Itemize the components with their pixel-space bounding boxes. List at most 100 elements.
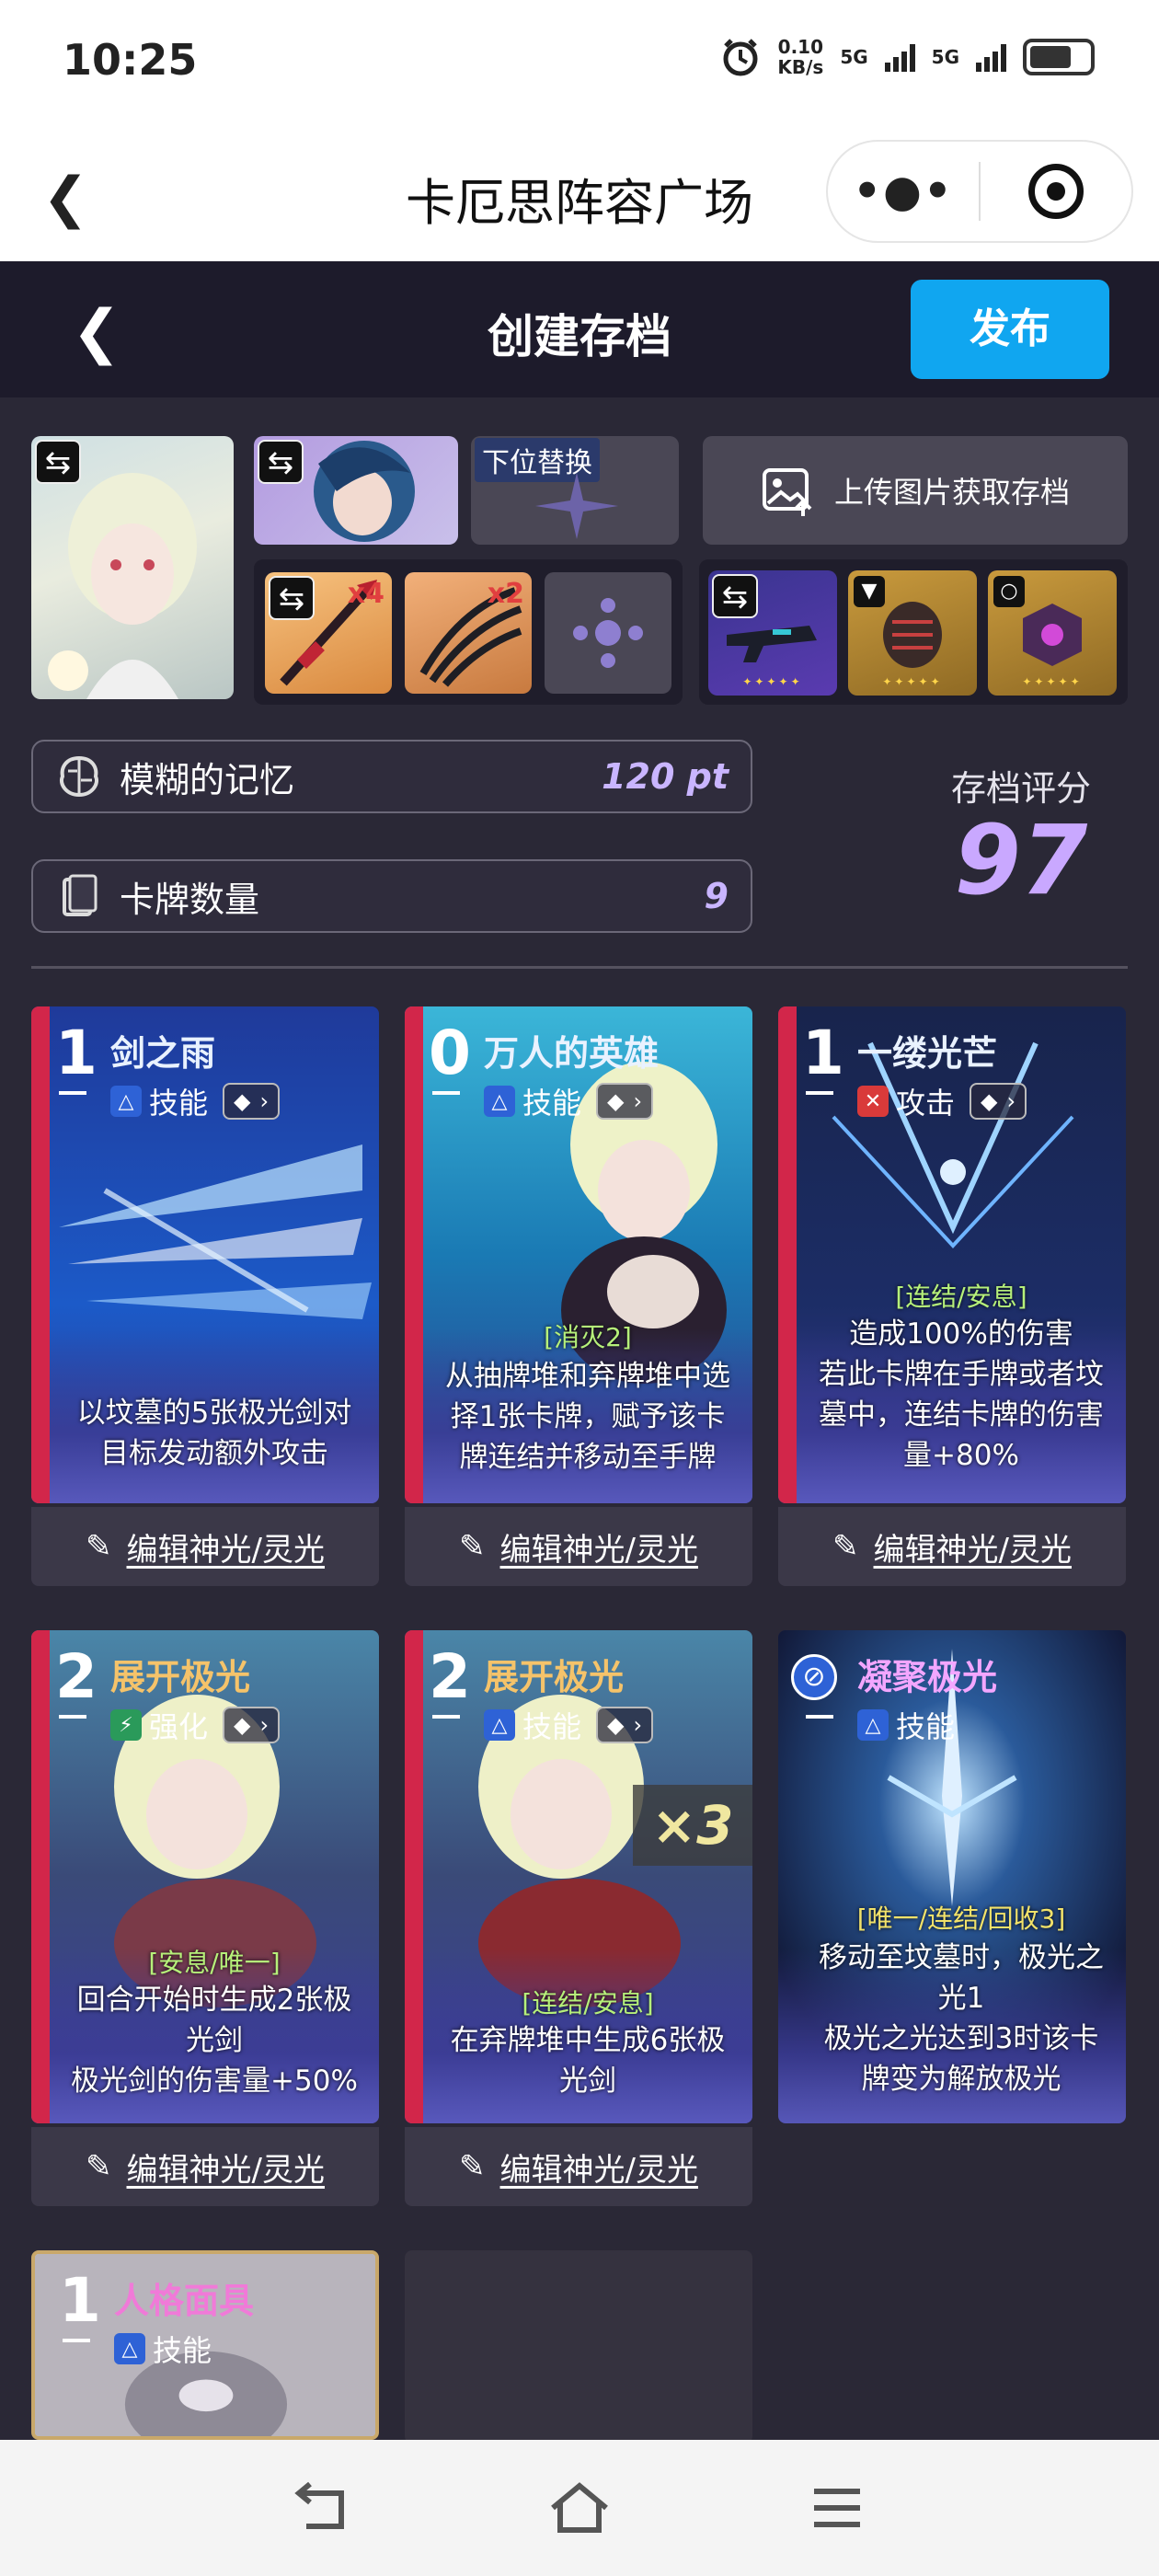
close-mini-app-button[interactable] — [981, 164, 1131, 219]
card-unfold-aurora-2[interactable]: 2 展开极光 △ 技能 ◆ › ×3 [连结/安息] 在弃牌堆中生成6张极 光剑 — [405, 1630, 752, 2123]
swap-icon[interactable]: ⇆ — [35, 440, 81, 484]
weapon-slot-1[interactable]: ⇆ x4 — [265, 572, 392, 694]
equipment-slot-armor[interactable]: ▼ ✦✦✦✦✦ — [848, 570, 977, 696]
card-type-label: 技能 — [522, 1709, 582, 1744]
gem-icon: ◆ — [607, 1088, 625, 1114]
aura-selector[interactable]: ◆ › — [223, 1083, 281, 1120]
aura-selector[interactable]: ◆ › — [223, 1707, 281, 1743]
alarm-icon — [723, 39, 758, 76]
nav-back-button[interactable] — [285, 2471, 359, 2545]
card-tag: [消灭2] — [544, 1322, 632, 1352]
rarity-stars: ✦✦✦✦✦ — [742, 675, 803, 688]
card-type-label: 技能 — [153, 2333, 212, 2368]
aura-selector[interactable]: ◆ › — [596, 1083, 654, 1120]
support-portrait[interactable]: ⇆ — [254, 436, 458, 545]
card-name: 展开极光 — [110, 1657, 251, 1697]
desc-line: 造成100%的伤害 — [849, 1317, 1073, 1351]
edit-pencil-icon: ✎ — [832, 1528, 859, 1565]
desc-line: 回合开始时生成2张极 — [76, 1984, 352, 2017]
cards-icon — [55, 872, 103, 920]
cost-underline — [432, 1715, 460, 1719]
rarity-stars: ✦✦✦✦✦ — [1022, 675, 1083, 688]
desc-line: 墓中，连结卡牌的伤害 — [819, 1398, 1104, 1432]
buff-type-icon: ⚡ — [110, 1709, 142, 1741]
publish-button[interactable]: 发布 — [911, 280, 1109, 379]
card-persona-mask[interactable]: 1 人格面具 △ 技能 — [31, 2250, 379, 2440]
card-description: 移动至坟墓时，极光之 光1 极光之光达到3时该卡 牌变为解放极光 — [797, 1938, 1126, 2099]
card-count-label: 卡牌数量 — [120, 879, 260, 920]
nav-menu-button[interactable] — [800, 2471, 874, 2545]
empty-weapon-slot[interactable] — [545, 572, 671, 694]
card-description: 造成100%的伤害 若此卡牌在手牌或者坟 墓中，连结卡牌的伤害 量+80% — [797, 1314, 1126, 1476]
card-cost: 1 — [55, 1018, 98, 1088]
card-stripe — [405, 1006, 423, 1503]
net-speed-value: 0.10 — [777, 36, 824, 58]
nav-home-button[interactable] — [543, 2471, 616, 2545]
status-icons: 0.10 KB/s 5G 5G — [720, 37, 1095, 77]
card-name: 人格面具 — [114, 2281, 255, 2321]
card-type-label: 技能 — [149, 1086, 209, 1121]
memory-value: 120 pt — [602, 756, 729, 797]
character-portrait[interactable]: ⇆ — [31, 436, 234, 699]
weapon-quantity: x2 — [487, 578, 524, 610]
battery-icon — [1023, 39, 1095, 75]
card-name: 万人的英雄 — [484, 1033, 660, 1074]
card-cost: 2 — [429, 1641, 471, 1712]
card-sword-rain[interactable]: 1 剑之雨 △ 技能 ◆ › 以坟墓的5张极光剑对 目标发动额外攻击 — [31, 1006, 379, 1503]
edit-aura-button[interactable]: ✎ 编辑神光/灵光 — [31, 2127, 379, 2206]
card-tag: [连结/安息] — [895, 1282, 1027, 1312]
more-icon[interactable]: •●• — [828, 166, 979, 217]
card-description: 以坟墓的5张极光剑对 目标发动额外攻击 — [50, 1393, 379, 1474]
desc-line: 极光之光达到3时该卡 — [823, 2022, 1099, 2055]
cost-underline — [806, 1715, 833, 1719]
edit-aura-button[interactable]: ✎ 编辑神光/灵光 — [31, 1507, 379, 1586]
star-glyph-icon — [535, 473, 618, 539]
equipment-slot-weapon[interactable]: ⇆ ✦✦✦✦✦ — [708, 570, 837, 696]
desc-line: 牌变为解放极光 — [861, 2063, 1061, 2096]
desc-line: 择1张卡牌，赋予该卡 — [450, 1400, 726, 1433]
swap-icon[interactable]: ⇆ — [269, 576, 315, 620]
score-label: 存档评分 — [950, 768, 1091, 809]
edit-aura-button[interactable]: ✎ 编辑神光/灵光 — [405, 2127, 752, 2206]
page-header: ❮ 创建存档 发布 — [0, 261, 1159, 397]
card-ray-of-light[interactable]: 1 一缕光芒 ✕ 攻击 ◆ › [连结/安息] 造成100%的伤害 若此卡牌在手牌… — [778, 1006, 1126, 1503]
empty-card-slot[interactable] — [405, 2250, 752, 2444]
aura-selector[interactable]: ◆ › — [596, 1707, 654, 1743]
mini-app-navbar: ❮ 卡厄思阵容广场 •●• — [0, 129, 1159, 261]
desc-line: 光剑 — [559, 2064, 616, 2098]
card-type: △ 技能 — [857, 1704, 955, 1746]
card-type-label: 攻击 — [896, 1086, 956, 1121]
status-time: 10:25 — [63, 35, 198, 85]
card-unfold-aurora-1[interactable]: 2 展开极光 ⚡ 强化 ◆ › [安息/唯一] 回合开始时生成2张极 光剑 极光剑… — [31, 1630, 379, 2123]
edit-label: 编辑神光/灵光 — [499, 2151, 698, 2189]
attack-type-icon: ✕ — [857, 1086, 889, 1117]
card-description: 在弃牌堆中生成6张极 光剑 — [423, 2020, 752, 2101]
net-speed-unit: KB/s — [777, 56, 824, 78]
ring-badge-icon: ○ — [993, 576, 1025, 607]
desc-line: 极光剑的伤害量+50% — [71, 2064, 358, 2098]
menu-icon — [814, 2489, 860, 2527]
upload-image-button[interactable]: 上传图片获取存档 — [703, 436, 1128, 545]
aura-selector[interactable]: ◆ › — [970, 1083, 1027, 1120]
card-hero-of-all[interactable]: 0 万人的英雄 △ 技能 ◆ › [消灭2] 从抽牌堆和弃牌堆中选 择1张卡牌，赋… — [405, 1006, 752, 1503]
desc-line: 若此卡牌在手牌或者坟 — [819, 1358, 1104, 1391]
swap-icon[interactable]: ⇆ — [712, 574, 758, 618]
card-type: △ 技能 ◆ › — [484, 1704, 654, 1746]
edit-pencil-icon: ✎ — [459, 2148, 486, 2185]
card-type-label: 强化 — [149, 1709, 209, 1744]
alternate-slot[interactable]: 下位替换 — [471, 436, 679, 545]
card-type-label: 技能 — [896, 1709, 956, 1744]
desc-line: 目标发动额外攻击 — [100, 1437, 328, 1470]
equipment-slot-accessory[interactable]: ○ ✦✦✦✦✦ — [988, 570, 1117, 696]
weapon-slot-2[interactable]: x2 — [405, 572, 532, 694]
edit-aura-button[interactable]: ✎ 编辑神光/灵光 — [405, 1507, 752, 1586]
network-label-2: 5G — [931, 46, 959, 68]
net-speed: 0.10 KB/s — [777, 37, 823, 77]
edit-label: 编辑神光/灵光 — [873, 1531, 1072, 1569]
cost-underline — [59, 1091, 86, 1095]
system-nav-bar — [0, 2440, 1159, 2576]
card-gather-aurora[interactable]: ⊘ 凝聚极光 △ 技能 [唯一/连结/回收3] 移动至坟墓时，极光之 光1 极光… — [778, 1630, 1126, 2123]
edit-aura-button[interactable]: ✎ 编辑神光/灵光 — [778, 1507, 1126, 1586]
card-tag: [连结/安息] — [522, 1988, 654, 2018]
swap-icon[interactable]: ⇆ — [258, 440, 304, 484]
